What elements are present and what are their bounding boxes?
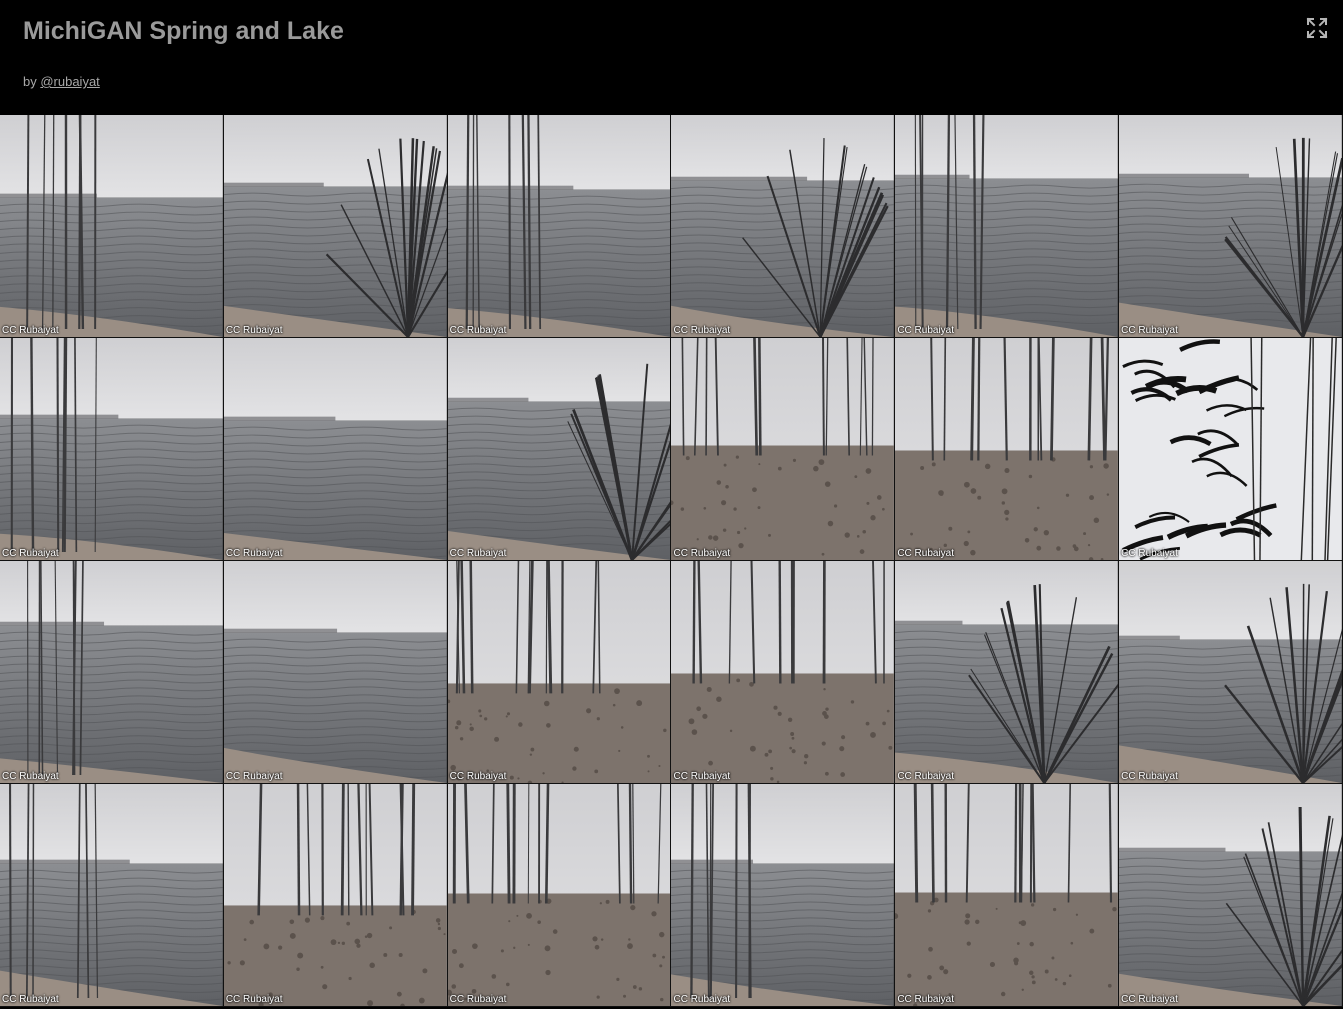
image-credit: CC Rubaiyat <box>225 325 283 336</box>
author-link[interactable]: @rubaiyat <box>40 74 99 89</box>
fullscreen-expand-icon[interactable] <box>1305 16 1329 40</box>
landscape-image <box>895 784 1119 1006</box>
image-credit: CC Rubaiyat <box>897 994 955 1005</box>
gallery-image-10[interactable]: CC Rubaiyat <box>671 338 896 561</box>
image-credit: CC Rubaiyat <box>2 325 59 336</box>
image-grid: CC Rubaiyat CC Rubaiyat CC Rubaiyat CC Ruba… <box>0 115 1343 1009</box>
gallery-image-24[interactable]: CC Rubaiyat <box>1119 784 1343 1007</box>
landscape-image <box>671 561 895 783</box>
landscape-image <box>0 338 223 560</box>
landscape-image <box>1119 115 1342 337</box>
image-credit: CC Rubaiyat <box>449 994 507 1005</box>
gallery-image-6[interactable]: CC Rubaiyat <box>1119 115 1343 338</box>
image-credit: CC Rubaiyat <box>673 994 731 1005</box>
image-credit: CC Rubaiyat <box>225 548 283 559</box>
gallery-image-17[interactable]: CC Rubaiyat <box>895 561 1120 784</box>
image-credit: CC Rubaiyat <box>673 548 731 559</box>
gallery-image-13[interactable]: CC Rubaiyat <box>0 561 224 784</box>
landscape-image <box>895 561 1119 783</box>
image-credit: CC Rubaiyat <box>449 771 507 782</box>
image-credit: CC Rubaiyat <box>673 325 731 336</box>
image-credit: CC Rubaiyat <box>897 548 955 559</box>
landscape-image <box>223 784 447 1006</box>
gallery-image-11[interactable]: CC Rubaiyat <box>895 338 1120 561</box>
image-credit: CC Rubaiyat <box>2 771 59 782</box>
landscape-image <box>0 115 223 337</box>
landscape-image <box>447 115 671 337</box>
gallery-image-3[interactable]: CC Rubaiyat <box>447 115 672 338</box>
landscape-image <box>671 784 895 1006</box>
image-credit: CC Rubaiyat <box>1121 325 1178 336</box>
gallery-image-7[interactable]: CC Rubaiyat <box>0 338 224 561</box>
landscape-image <box>447 784 671 1006</box>
gallery-image-4[interactable]: CC Rubaiyat <box>671 115 896 338</box>
gallery-image-5[interactable]: CC Rubaiyat <box>895 115 1120 338</box>
landscape-image <box>895 115 1119 337</box>
landscape-image <box>1119 561 1342 783</box>
gallery-image-21[interactable]: CC Rubaiyat <box>447 784 672 1007</box>
image-credit: CC Rubaiyat <box>1121 994 1178 1005</box>
image-credit: CC Rubaiyat <box>225 771 283 782</box>
gallery-image-22[interactable]: CC Rubaiyat <box>671 784 896 1007</box>
landscape-image <box>447 338 671 560</box>
landscape-image <box>223 115 447 337</box>
landscape-image <box>671 115 895 337</box>
gallery-image-18[interactable]: CC Rubaiyat <box>1119 561 1343 784</box>
landscape-image <box>447 561 671 783</box>
gallery-image-1[interactable]: CC Rubaiyat <box>0 115 224 338</box>
image-credit: CC Rubaiyat <box>897 771 955 782</box>
gallery-image-15[interactable]: CC Rubaiyat <box>447 561 672 784</box>
image-credit: CC Rubaiyat <box>449 325 507 336</box>
image-credit: CC Rubaiyat <box>2 994 59 1005</box>
byline: by @rubaiyat <box>23 74 100 89</box>
gallery-image-8[interactable]: CC Rubaiyat <box>223 338 448 561</box>
page-title: MichiGAN Spring and Lake <box>23 17 344 45</box>
image-credit: CC Rubaiyat <box>1121 548 1178 559</box>
landscape-image <box>671 338 895 560</box>
gallery-image-12[interactable]: CC Rubaiyat <box>1119 338 1343 561</box>
landscape-image <box>223 561 447 783</box>
gallery-image-9[interactable]: CC Rubaiyat <box>447 338 672 561</box>
byline-prefix: by <box>23 74 41 89</box>
image-credit: CC Rubaiyat <box>225 994 283 1005</box>
landscape-image <box>223 338 447 560</box>
landscape-image <box>1119 338 1342 560</box>
gallery-image-23[interactable]: CC Rubaiyat <box>895 784 1120 1007</box>
gallery-image-2[interactable]: CC Rubaiyat <box>223 115 448 338</box>
gallery-header: MichiGAN Spring and Lake by @rubaiyat <box>0 0 1343 115</box>
gallery-image-14[interactable]: CC Rubaiyat <box>223 561 448 784</box>
landscape-image <box>1119 784 1342 1006</box>
image-credit: CC Rubaiyat <box>2 548 59 559</box>
image-credit: CC Rubaiyat <box>1121 771 1178 782</box>
landscape-image <box>0 561 223 783</box>
gallery-image-19[interactable]: CC Rubaiyat <box>0 784 224 1007</box>
landscape-image <box>895 338 1119 560</box>
image-credit: CC Rubaiyat <box>449 548 507 559</box>
gallery-image-20[interactable]: CC Rubaiyat <box>223 784 448 1007</box>
image-credit: CC Rubaiyat <box>673 771 731 782</box>
gallery-image-16[interactable]: CC Rubaiyat <box>671 561 896 784</box>
image-credit: CC Rubaiyat <box>897 325 955 336</box>
landscape-image <box>0 784 223 1006</box>
